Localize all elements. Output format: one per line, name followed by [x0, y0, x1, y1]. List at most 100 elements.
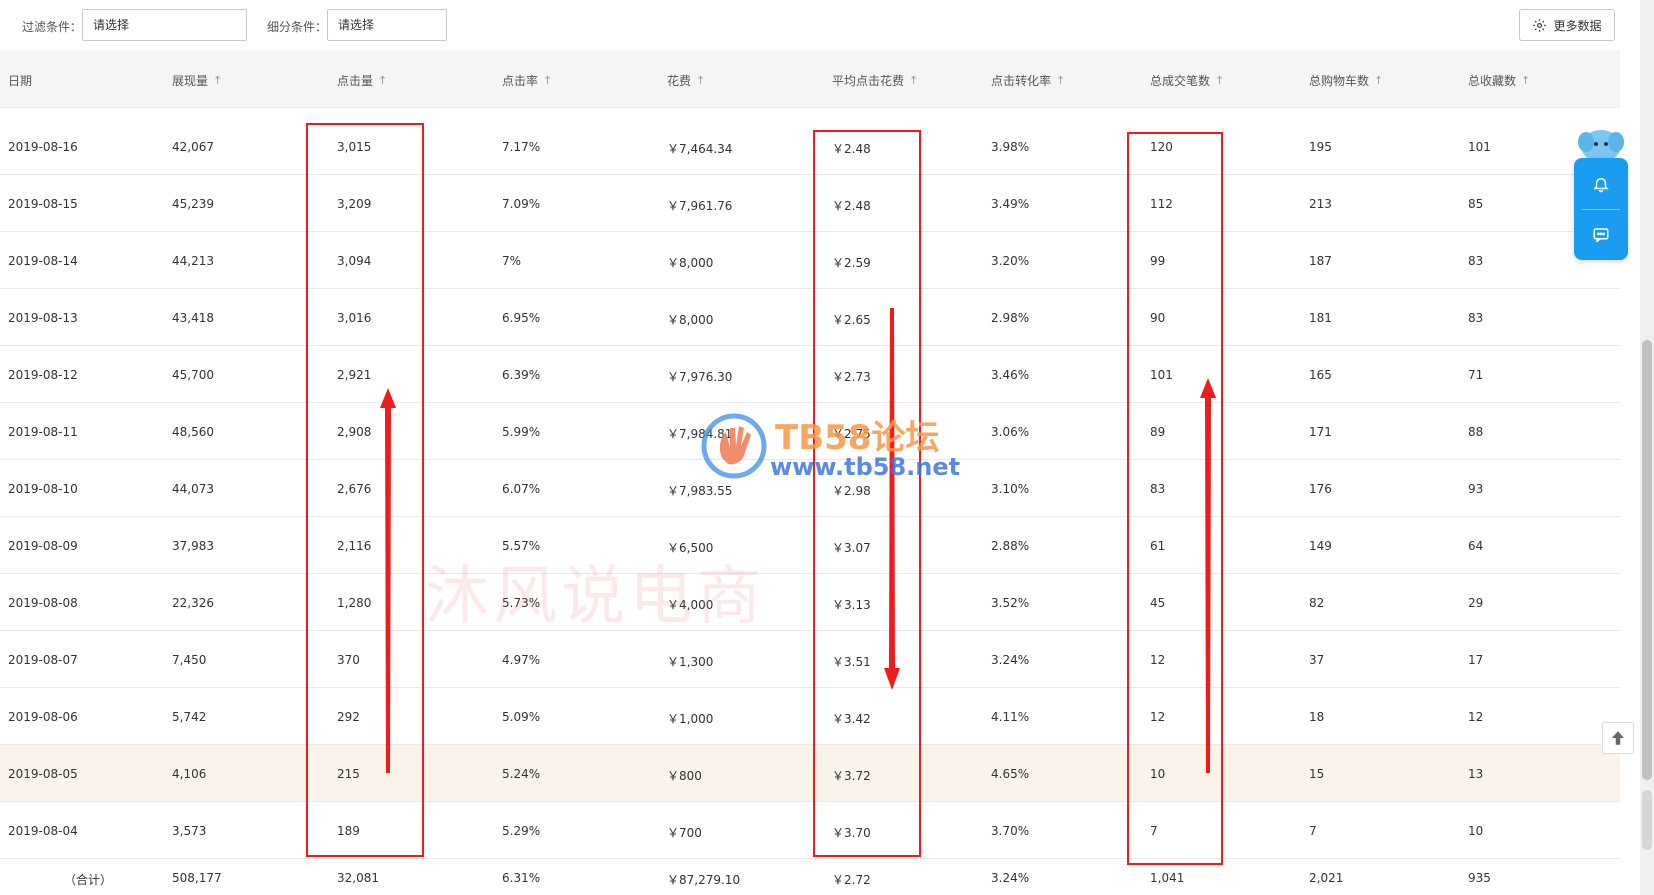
cell-total-orders: 112 — [1150, 197, 1173, 211]
cell-ctr: 4.97% — [502, 653, 541, 667]
cell-ctr: 5.29% — [502, 824, 541, 838]
cell-total-cart: 15 — [1309, 767, 1325, 781]
cell-clicks: 215 — [337, 767, 360, 781]
table-row[interactable]: 2019-08-08 22,326 1,280 5.73% ￥4,000 ￥3.13 3.5… — [0, 574, 1620, 631]
cell-total-favorites: 101 — [1468, 140, 1491, 154]
table-row[interactable]: 2019-08-07 7,450 370 4.97% ￥1,300 ￥3.51 3.24% 1… — [0, 631, 1620, 688]
table-row[interactable]: 2019-08-05 4,106 215 5.24% ￥800 ￥3.72 4.65% 10 1… — [0, 745, 1620, 802]
scrollbar-thumb[interactable] — [1642, 340, 1652, 780]
cell-cost: ￥6,500 — [667, 541, 714, 555]
message-button[interactable] — [1574, 209, 1628, 260]
cell-total-cart: 181 — [1309, 311, 1332, 325]
cell-date: 2019-08-09 — [8, 539, 78, 553]
cell-avg-cpc: ￥2.59 — [832, 256, 871, 270]
arrow-up-icon — [1612, 731, 1624, 745]
cell-total-favorites: 17 — [1468, 653, 1484, 667]
col-header-ctr[interactable]: 点击率 ↑ — [502, 72, 552, 89]
cell-total-orders: 12 — [1150, 710, 1166, 724]
col-header-conversion-rate[interactable]: 点击转化率 ↑ — [991, 72, 1065, 89]
cell-cost: ￥7,464.34 — [667, 142, 733, 156]
cell-total-favorites: 83 — [1468, 254, 1484, 268]
sort-arrow-icon: ↑ — [1374, 74, 1384, 87]
cell-total-cart: 176 — [1309, 482, 1332, 496]
col-header-cost[interactable]: 花费 ↑ — [667, 72, 705, 89]
cell-total-favorites: 12 — [1468, 710, 1484, 724]
cell-date: 2019-08-11 — [8, 425, 78, 439]
cell-avg-cpc: ￥3.07 — [832, 541, 871, 555]
cell-avg-cpc: ￥2.75 — [832, 427, 871, 441]
filter-condition-select[interactable]: 请选择 — [82, 9, 247, 41]
col-header-total-favorites[interactable]: 总收藏数 ↑ — [1468, 72, 1530, 89]
cell-impressions: 4,106 — [172, 767, 207, 781]
table-row[interactable]: 2019-08-14 44,213 3,094 7% ￥8,000 ￥2.59 3.20% 9… — [0, 232, 1620, 289]
cell-avg-cpc: ￥2.65 — [832, 313, 871, 327]
cell-conversion-rate: 2.88% — [991, 539, 1030, 553]
cell-total-orders: 83 — [1150, 482, 1166, 496]
total-avg-cpc: ￥2.72 — [832, 873, 871, 887]
back-to-top-button[interactable] — [1602, 722, 1634, 754]
total-cost: ￥87,279.10 — [667, 873, 741, 887]
more-data-button[interactable]: 更多数据 — [1519, 9, 1615, 41]
cell-conversion-rate: 4.11% — [991, 710, 1030, 724]
table-row[interactable]: 2019-08-16 42,067 3,015 7.17% ￥7,464.34 ￥2.48… — [0, 118, 1620, 175]
cell-total-orders: 45 — [1150, 596, 1166, 610]
sort-arrow-icon: ↑ — [378, 74, 388, 87]
cell-total-favorites: 13 — [1468, 767, 1484, 781]
total-conversion-rate: 3.24% — [991, 871, 1030, 885]
cell-ctr: 7.09% — [502, 197, 541, 211]
filter-bar: 过滤条件： 请选择 细分条件： 请选择 更多数据 — [0, 0, 1620, 50]
cell-date: 2019-08-08 — [8, 596, 78, 610]
table-row[interactable]: 2019-08-10 44,073 2,676 6.07% ￥7,983.55 ￥2.98… — [0, 460, 1620, 517]
cell-conversion-rate: 3.24% — [991, 653, 1030, 667]
cell-ctr: 7% — [502, 254, 522, 268]
cell-avg-cpc: ￥3.70 — [832, 826, 871, 840]
cell-ctr: 5.57% — [502, 539, 541, 553]
cell-ctr: 7.17% — [502, 140, 541, 154]
table-row[interactable]: 2019-08-13 43,418 3,016 6.95% ￥8,000 ￥2.65 2.9… — [0, 289, 1620, 346]
cell-date: 2019-08-13 — [8, 311, 78, 325]
cell-cost: ￥7,976.30 — [667, 370, 733, 384]
cell-total-orders: 120 — [1150, 140, 1173, 154]
cell-ctr: 6.95% — [502, 311, 541, 325]
cell-impressions: 3,573 — [172, 824, 207, 838]
cell-clicks: 2,908 — [337, 425, 372, 439]
cell-impressions: 44,213 — [172, 254, 214, 268]
cell-conversion-rate: 3.10% — [991, 482, 1030, 496]
cell-total-cart: 213 — [1309, 197, 1332, 211]
cell-total-orders: 99 — [1150, 254, 1166, 268]
bell-icon — [1593, 177, 1609, 192]
table-row[interactable]: 2019-08-12 45,700 2,921 6.39% ￥7,976.30 ￥2.73… — [0, 346, 1620, 403]
table-row[interactable]: 2019-08-04 3,573 189 5.29% ￥700 ￥3.70 3.70% 7 7 1… — [0, 802, 1620, 859]
notification-button[interactable] — [1574, 158, 1628, 209]
cell-total-favorites: 88 — [1468, 425, 1484, 439]
cell-clicks: 2,676 — [337, 482, 372, 496]
table-row[interactable]: 2019-08-15 45,239 3,209 7.09% ￥7,961.76 ￥2.48… — [0, 175, 1620, 232]
col-header-clicks[interactable]: 点击量 ↑ — [337, 72, 387, 89]
cell-cost: ￥7,983.55 — [667, 484, 733, 498]
col-header-avg-cpc[interactable]: 平均点击花费 ↑ — [832, 72, 918, 89]
col-header-total-cart[interactable]: 总购物车数 ↑ — [1309, 72, 1383, 89]
cell-impressions: 45,700 — [172, 368, 214, 382]
col-header-total-orders[interactable]: 总成交笔数 ↑ — [1150, 72, 1224, 89]
sub-condition-select[interactable]: 请选择 — [327, 9, 447, 41]
cell-total-favorites: 71 — [1468, 368, 1484, 382]
cell-date: 2019-08-12 — [8, 368, 78, 382]
cell-clicks: 3,015 — [337, 140, 372, 154]
cell-date: 2019-08-04 — [8, 824, 78, 838]
page-scrollbar[interactable] — [1640, 0, 1654, 895]
scrollbar-thumb-secondary[interactable] — [1642, 790, 1652, 850]
cell-impressions: 22,326 — [172, 596, 214, 610]
cell-conversion-rate: 3.20% — [991, 254, 1030, 268]
cell-conversion-rate: 4.65% — [991, 767, 1030, 781]
table-row[interactable]: 2019-08-11 48,560 2,908 5.99% ￥7,984.81 ￥2.75… — [0, 403, 1620, 460]
cell-cost: ￥7,961.76 — [667, 199, 733, 213]
col-header-date[interactable]: 日期 — [8, 72, 32, 89]
cell-clicks: 3,016 — [337, 311, 372, 325]
table-row[interactable]: 2019-08-09 37,983 2,116 5.57% ￥6,500 ￥3.07 2.8… — [0, 517, 1620, 574]
cell-ctr: 5.99% — [502, 425, 541, 439]
cell-total-cart: 195 — [1309, 140, 1332, 154]
cell-total-cart: 82 — [1309, 596, 1325, 610]
cell-impressions: 7,450 — [172, 653, 207, 667]
col-header-impressions[interactable]: 展现量 ↑ — [172, 72, 222, 89]
table-row[interactable]: 2019-08-06 5,742 292 5.09% ￥1,000 ￥3.42 4.11% 1… — [0, 688, 1620, 745]
